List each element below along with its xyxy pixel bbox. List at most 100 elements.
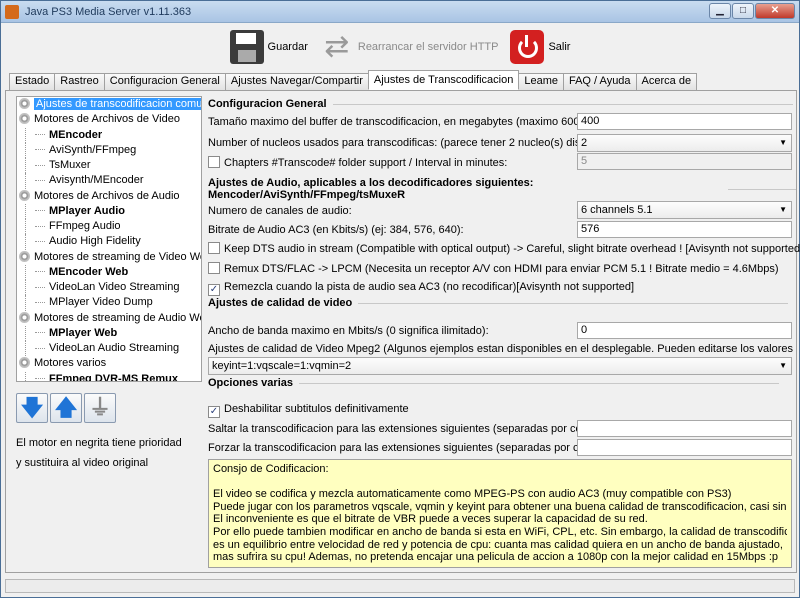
- tree-item-label: Avisynth/MEncoder: [49, 174, 144, 187]
- title-bar: Java PS3 Media Server v1.11.363 ▁ □ ✕: [1, 1, 799, 23]
- tree-item-label: MPlayer Audio: [49, 204, 125, 217]
- remux-lpcm-checkbox[interactable]: [208, 262, 220, 274]
- tree-branch-line: [35, 164, 45, 166]
- tree-category-item[interactable]: Ajustes de transcodificacion comunes: [17, 97, 201, 112]
- remux-label: Remux DTS/FLAC -> LPCM (Necesita un rece…: [224, 263, 779, 275]
- subs-row: ✓ Deshabilitar subtitulos definitivamente: [208, 403, 409, 418]
- tree-item-label: Motores de streaming de Audio Web: [34, 311, 202, 324]
- audio-section-header: Ajustes de Audio, aplicables a los decod…: [208, 177, 796, 201]
- tree-engine-item[interactable]: FFmpeg Audio: [17, 219, 201, 235]
- cores-select[interactable]: 2 ▼: [577, 134, 792, 152]
- dropdown-arrow-icon: ▼: [779, 205, 787, 214]
- tree-engine-item[interactable]: VideoLan Audio Streaming: [17, 341, 201, 357]
- priority-note: El motor en negrita tiene prioridad y su…: [16, 433, 196, 473]
- gear-icon: [19, 250, 30, 262]
- tree-category-item[interactable]: Motores varios: [17, 356, 201, 371]
- close-button[interactable]: ✕: [755, 3, 795, 19]
- tree-category-item[interactable]: Motores de streaming de Video Web: [17, 250, 201, 265]
- tree-engine-item[interactable]: FFmpeg DVR-MS Remux: [17, 371, 201, 381]
- skip-extensions-input[interactable]: [577, 420, 792, 437]
- engine-tree[interactable]: Ajustes de transcodificacion comunes Moto…: [16, 96, 202, 382]
- restart-server-button[interactable]: ⇄ Rearrancar el servidor HTTP: [320, 30, 499, 64]
- disable-subtitles-checkbox[interactable]: ✓: [208, 406, 220, 418]
- tree-branch-line: [35, 378, 45, 380]
- settings-panel: Configuracion General Tamaño maximo del …: [206, 91, 800, 571]
- tab-status[interactable]: Estado: [9, 73, 56, 90]
- tree-category-item[interactable]: Motores de Archivos de Video: [17, 112, 201, 127]
- ac3-remux-row: ✓ Remezcla cuando la pista de audio sea A…: [208, 281, 634, 296]
- tab-about[interactable]: Acerca de: [635, 73, 698, 90]
- minimize-button[interactable]: ▁: [709, 3, 731, 19]
- advice-line: es un equilibrio entre velocidad de red …: [213, 538, 783, 551]
- max-bandwidth-input[interactable]: 0: [577, 322, 792, 339]
- advice-line: El inconveniente es que el bitrate de VB…: [213, 513, 648, 526]
- tab-navigation-share[interactable]: Ajustes Navegar/Compartir: [224, 73, 369, 90]
- tab-general-config[interactable]: Configuracion General: [103, 73, 226, 90]
- toolbar: Guardar ⇄ Rearrancar el servidor HTTP Sa…: [1, 23, 799, 71]
- advice-line: Consjo de Codificacion:: [213, 463, 329, 475]
- tree-category-item[interactable]: Motores de Archivos de Audio: [17, 189, 201, 204]
- gear-icon: [19, 189, 30, 201]
- tree-branch-line: [35, 301, 45, 303]
- subs-label: Deshabilitar subtitulos definitivamente: [224, 403, 409, 415]
- force-extensions-input[interactable]: [577, 439, 792, 456]
- tree-engine-item[interactable]: AviSynth/FFmpeg: [17, 142, 201, 159]
- window-title: Java PS3 Media Server v1.11.363: [25, 5, 192, 18]
- tree-engine-item[interactable]: MPlayer Audio: [17, 203, 201, 220]
- tree-branch-line: [35, 134, 45, 136]
- tree-item-label: Motores de Archivos de Audio: [34, 189, 180, 202]
- chapters-interval-input[interactable]: 5: [577, 153, 792, 170]
- tree-branch-line: [35, 240, 45, 242]
- tab-content: Ajustes de transcodificacion comunes Moto…: [5, 90, 800, 573]
- mpeg2-value: keyint=1:vqscale=1:vqmin=2: [212, 360, 352, 372]
- section-title: Ajustes de calidad de video: [208, 297, 353, 309]
- cores-label: Number of nucleos usados para transcodif…: [208, 137, 625, 149]
- tab-bar: Estado Rastreo Configuracion General Aju…: [9, 70, 698, 90]
- tab-trace[interactable]: Rastreo: [54, 73, 105, 90]
- toggle-engine-button[interactable]: ⏚: [84, 393, 116, 423]
- tab-faq[interactable]: FAQ / Ayuda: [562, 73, 637, 90]
- advice-line: Puede jugar con los parametros vqscale, …: [213, 500, 787, 513]
- tree-item-label: MPlayer Video Dump: [49, 296, 153, 309]
- move-down-button[interactable]: 🡇: [16, 393, 48, 423]
- tree-branch-line: [35, 149, 45, 151]
- tree-item-label: MEncoder Web: [49, 265, 129, 278]
- remux-row: Remux DTS/FLAC -> LPCM (Necesita un rece…: [208, 262, 779, 275]
- tree-engine-item[interactable]: MEncoder: [17, 127, 201, 144]
- tree-item-label: AviSynth/FFmpeg: [49, 143, 137, 156]
- tree-item-label: Motores de Archivos de Video: [34, 113, 180, 126]
- channels-value: 6 channels 5.1: [581, 204, 653, 216]
- chapters-checkbox[interactable]: [208, 156, 220, 168]
- audio-channels-select[interactable]: 6 channels 5.1 ▼: [577, 201, 792, 219]
- tree-branch-line: [35, 286, 45, 288]
- tree-engine-item[interactable]: Avisynth/MEncoder: [17, 173, 201, 189]
- general-section-header: Configuracion General: [208, 98, 793, 110]
- save-button[interactable]: Guardar: [229, 30, 308, 64]
- tree-category-item[interactable]: Motores de streaming de Audio Web: [17, 311, 201, 326]
- tree-engine-item[interactable]: VideoLan Video Streaming: [17, 280, 201, 296]
- video-section-header: Ajustes de calidad de video: [208, 297, 789, 309]
- gear-icon: [19, 357, 30, 369]
- bandwidth-label: Ancho de banda maximo en Mbits/s (0 sign…: [208, 325, 489, 337]
- move-up-button[interactable]: 🡅: [50, 393, 82, 423]
- tab-transcoding-settings[interactable]: Ajustes de Transcodificacion: [367, 70, 520, 90]
- tree-engine-item[interactable]: MPlayer Video Dump: [17, 295, 201, 311]
- tree-item-label: MEncoder: [49, 128, 103, 141]
- keep-dts-checkbox[interactable]: [208, 242, 220, 254]
- ac3-remux-checkbox[interactable]: ✓: [208, 284, 220, 296]
- tree-item-label: Motores varios: [34, 357, 107, 370]
- restart-label: Rearrancar el servidor HTTP: [357, 41, 499, 53]
- gear-icon: [19, 98, 30, 109]
- tree-engine-item[interactable]: MEncoder Web: [17, 264, 201, 281]
- mpeg2-quality-combobox[interactable]: keyint=1:vqscale=1:vqmin=2 ▼: [208, 357, 792, 375]
- maximize-button[interactable]: □: [732, 3, 754, 19]
- tree-engine-item[interactable]: MPlayer Web: [17, 325, 201, 342]
- exit-button[interactable]: Salir: [510, 30, 570, 64]
- tree-engine-item[interactable]: TsMuxer: [17, 158, 201, 174]
- buffer-label: Tamaño maximo del buffer de transcodific…: [208, 116, 587, 128]
- tree-engine-item[interactable]: Audio High Fidelity: [17, 234, 201, 250]
- tab-readme[interactable]: Leame: [518, 73, 564, 90]
- buffer-size-input[interactable]: 400: [577, 113, 792, 130]
- ac3-bitrate-input[interactable]: 576: [577, 221, 792, 238]
- mpeg2-label: Ajustes de calidad de Video Mpeg2 (Algun…: [208, 343, 794, 355]
